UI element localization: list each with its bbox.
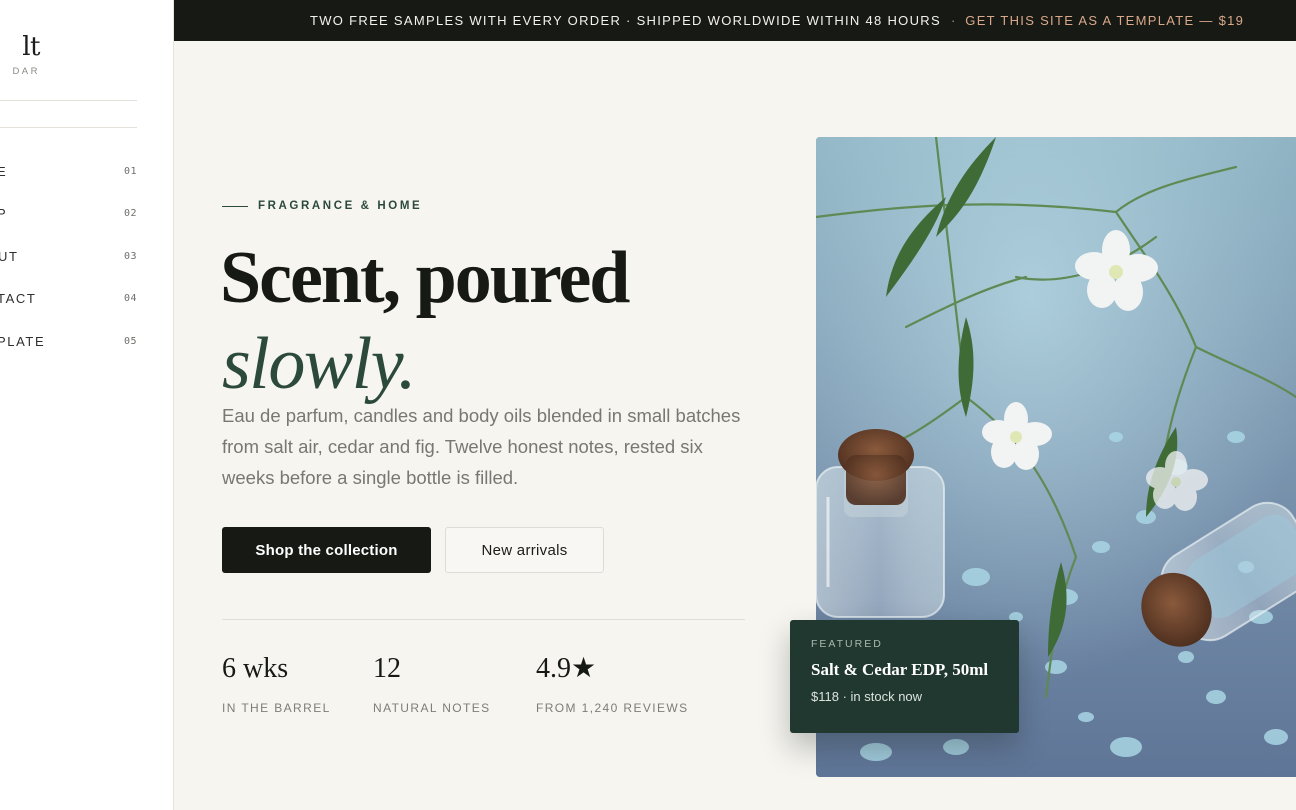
announcement-bar: TWO FREE SAMPLES WITH EVERY ORDER · SHIP… xyxy=(174,0,1296,41)
hero-divider xyxy=(222,619,745,620)
nav-number: 03 xyxy=(123,250,137,262)
shop-collection-button[interactable]: Shop the collection xyxy=(222,527,431,573)
nav-number: 05 xyxy=(123,335,137,347)
sidebar: lt DAR E 01 P 02 UT 03 TACT 04 PLATE 05 xyxy=(0,0,174,810)
brand-tagline: DAR xyxy=(12,66,40,77)
sidebar-nav: E 01 P 02 UT 03 TACT 04 PLATE 05 xyxy=(0,150,137,363)
stat-value: 4.9★ xyxy=(536,653,597,684)
hero-eyebrow: FRAGRANCE & HOME xyxy=(222,200,422,212)
nav-label: PLATE xyxy=(0,333,46,349)
sidebar-divider xyxy=(0,100,137,101)
nav-label: P xyxy=(0,206,7,221)
brand-logo[interactable]: lt DAR xyxy=(0,30,40,77)
eyebrow-text: FRAGRANCE & HOME xyxy=(258,200,423,212)
announcement-separator: · xyxy=(950,13,956,28)
announcement-message: TWO FREE SAMPLES WITH EVERY ORDER · SHIP… xyxy=(310,13,941,28)
nav-item-template[interactable]: PLATE 05 xyxy=(0,320,137,363)
hero-headline: Scent, poured xyxy=(220,237,630,319)
stat-notes: 12 NATURAL NOTES xyxy=(373,652,491,715)
nav-number: 02 xyxy=(123,208,137,220)
nav-item-home[interactable]: E 01 xyxy=(0,150,137,193)
nav-label: E xyxy=(0,164,7,179)
hero-description: Eau de parfum, candles and body oils ble… xyxy=(222,405,741,488)
nav-item-contact[interactable]: TACT 04 xyxy=(0,278,137,321)
nav-label: TACT xyxy=(0,291,37,307)
featured-product-card[interactable]: FEATURED Salt & Cedar EDP, 50ml $118 · i… xyxy=(790,620,1019,733)
hero-headline-emphasis: slowly. xyxy=(222,323,417,405)
stat-label: IN THE BARREL xyxy=(222,701,331,715)
stat-label: FROM 1,240 REVIEWS xyxy=(536,701,689,715)
featured-title: Salt & Cedar EDP, 50ml xyxy=(811,660,989,679)
stat-label: NATURAL NOTES xyxy=(373,701,491,715)
stat-value: 12 xyxy=(373,653,401,684)
featured-price-stock: $118 · in stock now xyxy=(811,689,923,704)
nav-label: UT xyxy=(0,248,19,264)
nav-number: 01 xyxy=(123,165,137,177)
sidebar-divider xyxy=(0,127,137,128)
stat-reviews: 4.9★ FROM 1,240 REVIEWS xyxy=(536,652,689,715)
brand-name: lt xyxy=(22,32,40,62)
nav-item-shop[interactable]: P 02 xyxy=(0,193,137,236)
stat-barrel: 6 wks IN THE BARREL xyxy=(222,652,331,715)
nav-number: 04 xyxy=(123,293,137,305)
eyebrow-rule xyxy=(222,205,248,207)
new-arrivals-button[interactable]: New arrivals xyxy=(445,527,604,573)
stat-value: 6 wks xyxy=(222,653,289,684)
nav-item-about[interactable]: UT 03 xyxy=(0,235,137,278)
template-link[interactable]: GET THIS SITE AS A TEMPLATE — $19 xyxy=(965,13,1244,28)
featured-eyebrow: FEATURED xyxy=(811,638,883,650)
